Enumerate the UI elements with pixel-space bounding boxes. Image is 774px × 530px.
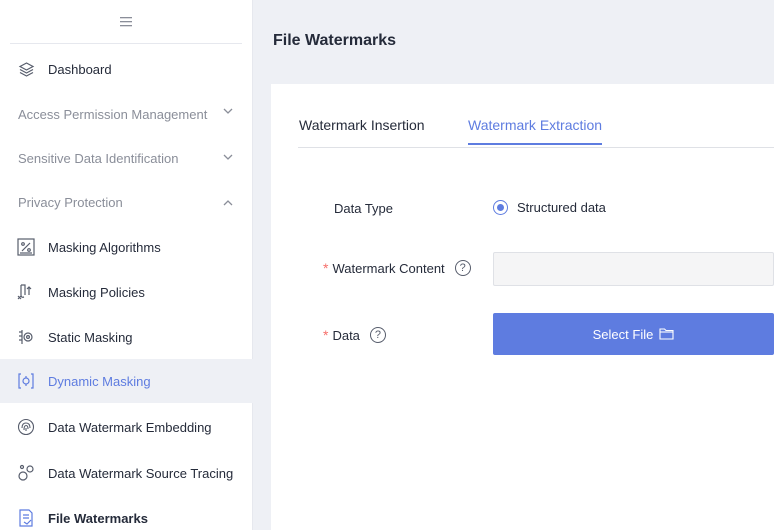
sidebar-item-masking-algorithms[interactable]: Masking Algorithms — [0, 225, 253, 269]
sidebar-item-label: Static Masking — [48, 329, 133, 345]
layers-icon — [17, 60, 35, 78]
sidebar-item-label: Masking Policies — [48, 284, 145, 300]
sidebar: Dashboard Access Permission Management S… — [0, 0, 253, 530]
sidebar-item-data-watermark-source-tracing[interactable]: Data Watermark Source Tracing — [0, 451, 253, 495]
select-file-label: Select File — [592, 326, 654, 342]
data-label-text: Data — [332, 327, 360, 343]
sidebar-group-sensitive-data[interactable]: Sensitive Data Identification — [0, 136, 253, 180]
folder-icon — [659, 328, 674, 340]
page-title: File Watermarks — [273, 32, 397, 49]
file-watermark-icon — [17, 509, 35, 527]
watermark-content-label-text: Watermark Content — [332, 260, 445, 276]
sidebar-group-access-permission[interactable]: Access Permission Management — [0, 92, 253, 136]
dynamic-masking-icon — [17, 372, 35, 390]
content-card: Watermark Insertion Watermark Extraction… — [271, 84, 774, 530]
sidebar-item-label: Dynamic Masking — [48, 373, 151, 389]
sidebar-item-dynamic-masking[interactable]: Dynamic Masking — [0, 359, 253, 403]
radio-selected-icon — [493, 200, 508, 215]
sidebar-group-label: Privacy Protection — [18, 194, 123, 210]
watermark-content-label: * Watermark Content ? — [323, 260, 471, 276]
menu-icon[interactable] — [10, 0, 242, 44]
data-type-label-text: Data Type — [334, 201, 394, 216]
sidebar-item-label: Data Watermark Source Tracing — [48, 465, 234, 481]
watermark-content-input[interactable] — [493, 252, 774, 286]
sidebar-item-static-masking[interactable]: Static Masking — [0, 315, 253, 359]
tab-bar: Watermark Insertion Watermark Extraction — [298, 106, 774, 148]
required-mark: * — [323, 260, 329, 276]
percent-box-icon — [17, 238, 35, 256]
tab-watermark-extraction[interactable]: Watermark Extraction — [468, 117, 603, 145]
sidebar-group-privacy-protection[interactable]: Privacy Protection — [0, 180, 253, 224]
trace-icon — [17, 464, 35, 482]
structured-data-radio-label: Structured data — [517, 200, 606, 215]
sidebar-item-label: Masking Algorithms — [48, 239, 161, 255]
sidebar-item-masking-policies[interactable]: Masking Policies — [0, 270, 253, 314]
chevron-down-icon — [223, 152, 233, 164]
sidebar-item-label: File Watermarks — [48, 510, 148, 526]
tab-watermark-insertion[interactable]: Watermark Insertion — [299, 117, 425, 143]
chevron-down-icon — [223, 106, 233, 118]
sidebar-item-file-watermarks[interactable]: File Watermarks — [0, 496, 253, 530]
chevron-up-icon — [223, 197, 233, 209]
select-file-button[interactable]: Select File — [493, 313, 774, 355]
sidebar-group-label: Access Permission Management — [18, 106, 208, 122]
data-label: * Data ? — [323, 327, 386, 343]
fingerprint-icon — [17, 418, 35, 436]
sidebar-item-label: Dashboard — [48, 61, 112, 77]
sidebar-item-dashboard[interactable]: Dashboard — [0, 47, 253, 91]
help-icon[interactable]: ? — [454, 260, 471, 276]
help-icon[interactable]: ? — [369, 327, 386, 343]
static-masking-icon — [17, 328, 35, 346]
data-type-label: Data Type — [334, 201, 393, 216]
policy-icon — [17, 283, 35, 301]
required-mark: * — [323, 327, 329, 343]
sidebar-group-label: Sensitive Data Identification — [18, 150, 179, 166]
structured-data-radio[interactable]: Structured data — [493, 200, 606, 215]
sidebar-item-data-watermark-embedding[interactable]: Data Watermark Embedding — [0, 405, 253, 449]
sidebar-item-label: Data Watermark Embedding — [48, 419, 212, 435]
